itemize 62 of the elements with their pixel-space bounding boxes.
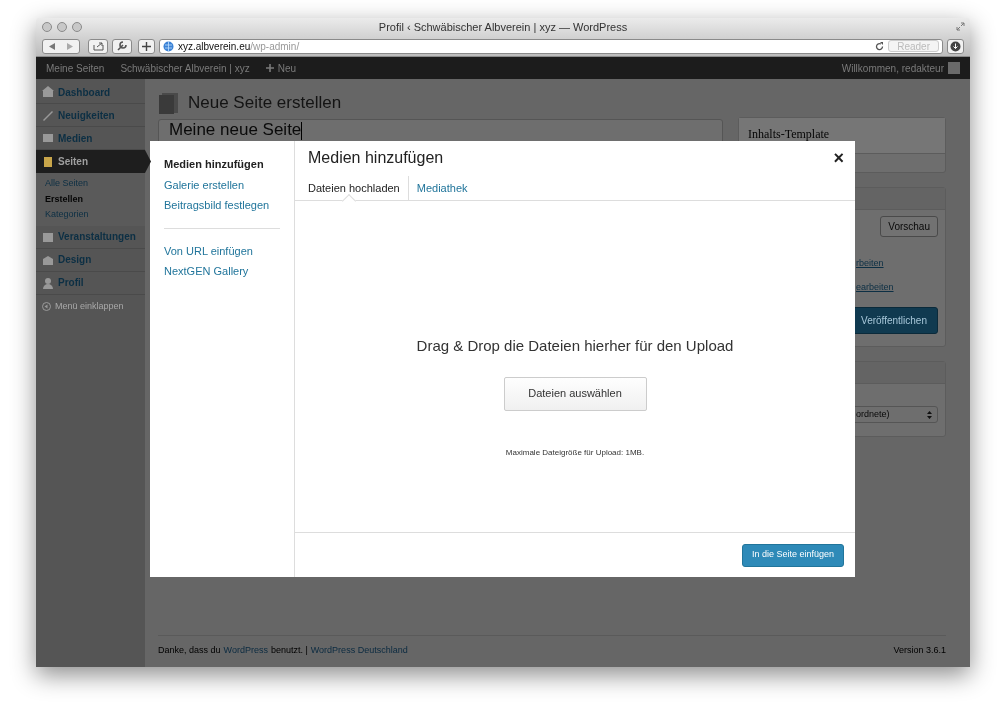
modal-tab[interactable]: Mediathek xyxy=(416,176,476,200)
fullscreen-icon[interactable] xyxy=(956,22,965,31)
reload-icon[interactable] xyxy=(875,41,885,51)
greeting-text[interactable]: Willkommen, redakteur xyxy=(841,60,944,76)
select-arrows-icon xyxy=(927,410,932,419)
modal-tab[interactable]: Dateien hochladen xyxy=(308,176,409,200)
max-size-note: Maximale Dateigröße für Upload: 1MB. xyxy=(505,446,645,459)
menu-item-icon xyxy=(42,276,54,289)
version-text: Version 3.6.1 xyxy=(893,643,946,657)
modal-menu-item[interactable]: NextGEN Gallery xyxy=(164,261,280,282)
add-button[interactable] xyxy=(138,38,155,54)
downloads-button[interactable] xyxy=(947,38,964,54)
sidebar-item[interactable]: Seiten xyxy=(36,150,151,173)
menu-item-icon xyxy=(42,253,54,266)
select-files-button[interactable]: Dateien auswählen xyxy=(503,376,647,411)
download-icon xyxy=(950,40,961,52)
menu-item-icon xyxy=(42,109,54,121)
collapse-icon[interactable] xyxy=(42,301,51,311)
modal-title: Medien hinzufügen xyxy=(308,148,444,168)
minimize-window-button[interactable] xyxy=(57,22,67,32)
footer-link[interactable]: WordPress Deutschland xyxy=(310,643,408,658)
menu-item-icon xyxy=(42,132,54,144)
edit-link[interactable]: rbeiten xyxy=(856,257,945,271)
drop-instructions: Drag & Drop die Dateien hierher für den Upload xyxy=(416,336,734,356)
pages-icon xyxy=(158,91,180,114)
submenu-item[interactable]: Alle Seiten xyxy=(36,176,145,192)
forward-icon xyxy=(67,42,73,50)
footer-text: benutzt. | xyxy=(270,643,308,657)
plus-icon xyxy=(265,64,274,72)
modal-menu-item[interactable]: Beitragsbild festlegen xyxy=(164,195,280,216)
menu-item-icon xyxy=(42,155,54,168)
window-title: Profil ‹ Schwäbischer Albverein | xyz — WordPress xyxy=(378,19,628,35)
admin-bar-link[interactable]: Meine Seiten xyxy=(46,60,105,76)
modal-menu-item[interactable]: Von URL einfügen xyxy=(164,240,280,261)
share-icon xyxy=(92,41,104,51)
wrench-icon xyxy=(117,41,127,51)
box-title: Inhalts-Template xyxy=(748,127,830,141)
new-content-link[interactable]: Neu xyxy=(265,60,297,76)
preview-button[interactable]: Vorschau xyxy=(880,216,938,237)
admin-bar-link[interactable]: Schwäbischer Albverein | xyz xyxy=(120,60,250,76)
zoom-window-button[interactable] xyxy=(72,22,82,32)
footer-text: Danke, dass du xyxy=(158,643,221,657)
globe-icon xyxy=(163,40,174,52)
close-button[interactable]: × xyxy=(833,149,844,167)
share-button[interactable] xyxy=(88,38,108,54)
footer-link[interactable]: WordPress xyxy=(223,643,268,658)
close-window-button[interactable] xyxy=(42,22,52,32)
page-heading: Neue Seite erstellen xyxy=(188,92,342,114)
plus-icon xyxy=(142,41,151,51)
submenu-item[interactable]: Erstellen xyxy=(36,191,145,207)
back-icon xyxy=(49,42,55,50)
edit-link[interactable]: earbeiten xyxy=(856,280,945,294)
submenu-item[interactable]: Kategorien xyxy=(36,207,145,223)
url-text: xyz.albverein.eu/wp-admin/ xyxy=(178,39,301,54)
modal-menu-item[interactable]: Galerie erstellen xyxy=(164,174,280,195)
menu-item-icon xyxy=(42,86,54,98)
tools-button[interactable] xyxy=(112,38,132,54)
back-forward-button[interactable] xyxy=(42,38,80,54)
collapse-menu-link[interactable]: Menü einklappen xyxy=(55,299,124,313)
insert-button[interactable]: In die Seite einfügen xyxy=(741,543,844,567)
menu-item-icon xyxy=(42,230,54,243)
modal-menu-item[interactable]: Medien hinzufügen xyxy=(164,154,280,175)
